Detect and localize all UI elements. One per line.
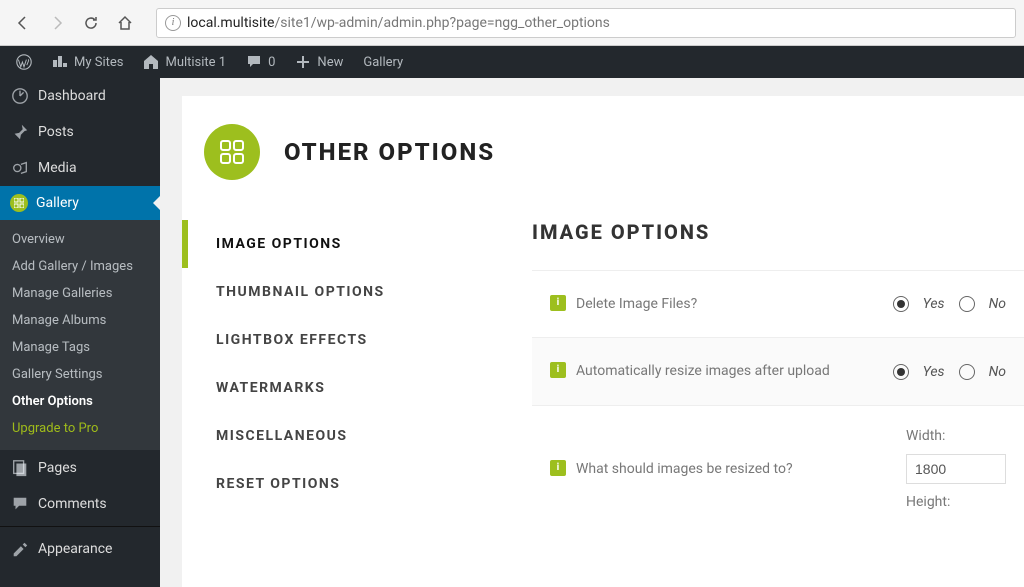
tab-reset-options[interactable]: RESET OPTIONS <box>182 460 532 508</box>
radio-group: Yes No <box>893 296 1006 312</box>
toolbar-comments[interactable]: 0 <box>236 46 285 78</box>
height-label: Height: <box>906 494 1006 510</box>
home-button[interactable] <box>110 8 140 38</box>
sub-item-manage-galleries[interactable]: Manage Galleries <box>0 280 160 307</box>
radio-yes[interactable] <box>893 296 909 312</box>
sidebar-separator <box>0 526 160 527</box>
setting-auto-resize: i Automatically resize images after uplo… <box>532 337 1024 404</box>
tooltip-icon[interactable]: i <box>550 362 566 378</box>
tab-image-options[interactable]: IMAGE OPTIONS <box>182 220 532 268</box>
appearance-icon <box>10 539 30 559</box>
sites-icon <box>52 54 68 70</box>
sidebar-item-comments[interactable]: Comments <box>0 486 160 522</box>
sidebar-item-label: Comments <box>38 496 107 512</box>
toolbar-my-sites[interactable]: My Sites <box>42 46 133 78</box>
page-header-icon <box>204 124 260 180</box>
sidebar-item-label: Posts <box>38 124 74 140</box>
gallery-icon <box>10 194 28 212</box>
sidebar-item-label: Dashboard <box>38 88 106 104</box>
tooltip-icon[interactable]: i <box>550 460 566 476</box>
page-header: OTHER OPTIONS <box>182 124 1024 220</box>
site-info-icon[interactable]: i <box>165 15 181 31</box>
tooltip-icon[interactable]: i <box>550 295 566 311</box>
sub-item-add-gallery[interactable]: Add Gallery / Images <box>0 253 160 280</box>
sidebar-item-pages[interactable]: Pages <box>0 450 160 486</box>
setting-label: i Automatically resize images after uplo… <box>550 360 879 382</box>
radio-no[interactable] <box>959 296 975 312</box>
admin-sidebar: Dashboard Posts Media Gallery Overview A… <box>0 78 160 587</box>
toolbar-gallery-label: Gallery <box>363 55 403 70</box>
setting-label: i What should images be resized to? <box>550 458 892 480</box>
tab-lightbox-effects[interactable]: LIGHTBOX EFFECTS <box>182 316 532 364</box>
pin-icon <box>10 122 30 142</box>
sidebar-item-label: Media <box>38 160 77 176</box>
sidebar-item-media[interactable]: Media <box>0 150 160 186</box>
sidebar-item-label: Appearance <box>38 541 112 557</box>
dashboard-icon <box>10 86 30 106</box>
toolbar-comments-count: 0 <box>268 55 275 70</box>
sidebar-item-gallery[interactable]: Gallery <box>0 186 160 220</box>
tab-thumbnail-options[interactable]: THUMBNAIL OPTIONS <box>182 268 532 316</box>
sub-item-manage-tags[interactable]: Manage Tags <box>0 334 160 361</box>
toolbar-new[interactable]: New <box>285 46 353 78</box>
content-area: OTHER OPTIONS IMAGE OPTIONS THUMBNAIL OP… <box>160 78 1024 587</box>
media-icon <box>10 158 30 178</box>
sidebar-item-posts[interactable]: Posts <box>0 114 160 150</box>
sub-item-other-options[interactable]: Other Options <box>0 388 160 415</box>
toolbar-new-label: New <box>317 55 343 70</box>
home-icon <box>143 54 159 70</box>
sidebar-item-dashboard[interactable]: Dashboard <box>0 78 160 114</box>
radio-no[interactable] <box>959 364 975 380</box>
sub-item-manage-albums[interactable]: Manage Albums <box>0 307 160 334</box>
panel-body: IMAGE OPTIONS THUMBNAIL OPTIONS LIGHTBOX… <box>182 220 1024 532</box>
wordpress-icon <box>16 54 32 70</box>
forward-button[interactable] <box>42 8 72 38</box>
sidebar-item-label: Gallery <box>36 195 79 211</box>
dimension-fields: Width: Height: <box>906 428 1006 510</box>
page-title: OTHER OPTIONS <box>284 138 495 166</box>
toolbar-wp-logo[interactable] <box>6 46 42 78</box>
radio-yes[interactable] <box>893 364 909 380</box>
reload-button[interactable] <box>76 8 106 38</box>
back-button[interactable] <box>8 8 38 38</box>
settings-panel: OTHER OPTIONS IMAGE OPTIONS THUMBNAIL OP… <box>182 96 1024 587</box>
pages-icon <box>10 458 30 478</box>
comment-icon <box>246 54 262 70</box>
toolbar-my-sites-label: My Sites <box>74 55 123 70</box>
radio-group: Yes No <box>893 364 1006 380</box>
toolbar-site-name[interactable]: Multisite 1 <box>133 46 236 78</box>
gallery-submenu: Overview Add Gallery / Images Manage Gal… <box>0 220 160 450</box>
settings-section: IMAGE OPTIONS i Delete Image Files? Yes … <box>532 220 1024 532</box>
sidebar-item-label: Pages <box>38 460 77 476</box>
options-tabs: IMAGE OPTIONS THUMBNAIL OPTIONS LIGHTBOX… <box>182 220 532 532</box>
toolbar-gallery[interactable]: Gallery <box>353 46 413 78</box>
section-title: IMAGE OPTIONS <box>532 220 1024 244</box>
setting-resize-to: i What should images be resized to? Widt… <box>532 405 1024 532</box>
sub-item-upgrade[interactable]: Upgrade to Pro <box>0 415 160 442</box>
sidebar-item-appearance[interactable]: Appearance <box>0 531 160 567</box>
url-text: local.multisite/site1/wp-admin/admin.php… <box>187 15 610 31</box>
wp-admin-toolbar: My Sites Multisite 1 0 New Gallery <box>0 46 1024 78</box>
toolbar-site-label: Multisite 1 <box>165 55 226 70</box>
url-bar[interactable]: i local.multisite/site1/wp-admin/admin.p… <box>156 8 1016 38</box>
width-input[interactable] <box>906 454 1006 484</box>
width-label: Width: <box>906 428 1006 444</box>
browser-chrome: i local.multisite/site1/wp-admin/admin.p… <box>0 0 1024 46</box>
sub-item-gallery-settings[interactable]: Gallery Settings <box>0 361 160 388</box>
setting-delete-files: i Delete Image Files? Yes No <box>532 270 1024 337</box>
setting-label: i Delete Image Files? <box>550 293 879 315</box>
sub-item-overview[interactable]: Overview <box>0 226 160 253</box>
tab-watermarks[interactable]: WATERMARKS <box>182 364 532 412</box>
comments-icon <box>10 494 30 514</box>
plus-icon <box>295 54 311 70</box>
tab-miscellaneous[interactable]: MISCELLANEOUS <box>182 412 532 460</box>
